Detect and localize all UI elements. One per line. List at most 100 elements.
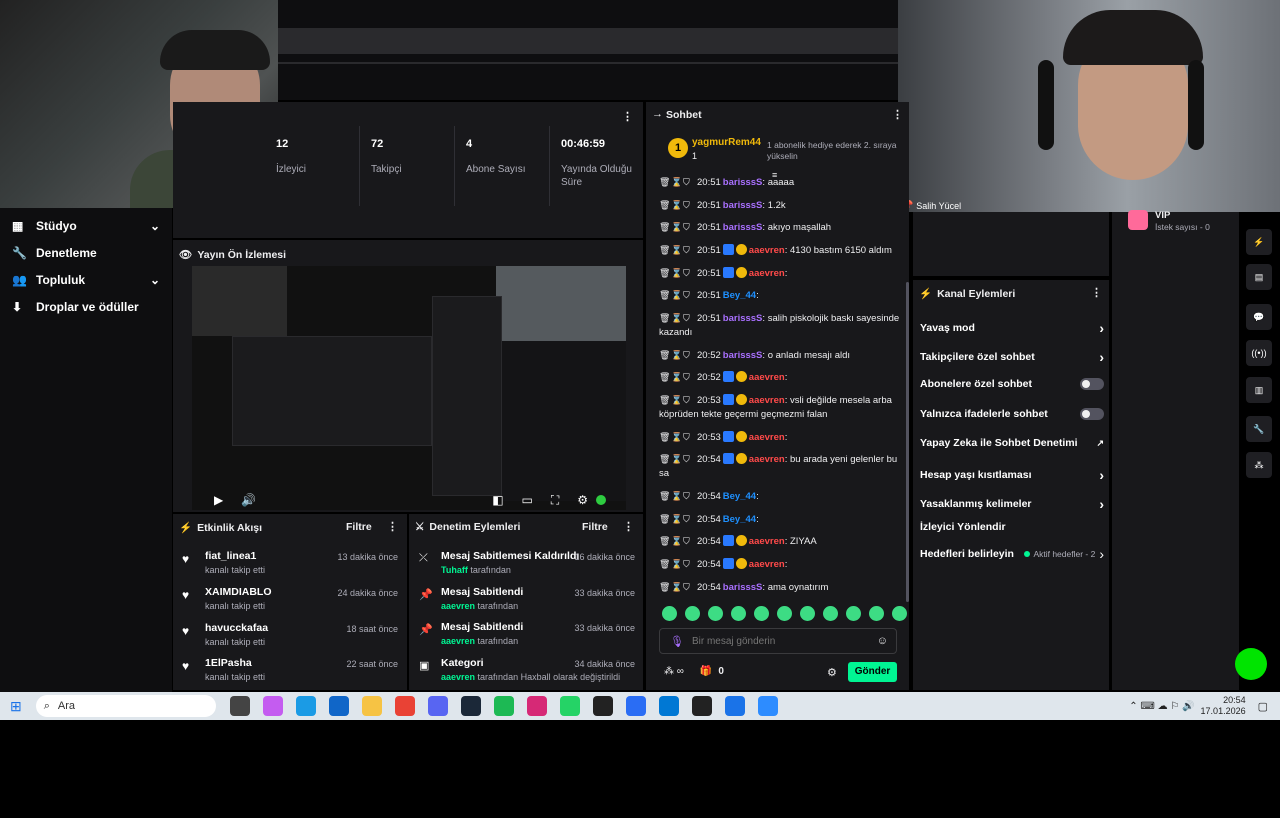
chat-username[interactable]: Bey_44: [723, 514, 756, 525]
broadcast-icon[interactable]: ((•)): [1246, 340, 1272, 366]
edge-icon[interactable]: [295, 696, 316, 716]
chat-message[interactable]: 🗑⌛⛉ 20:51 Bey_44:: [659, 288, 905, 303]
delete-icon[interactable]: 🗑: [659, 393, 670, 407]
stats-menu-icon[interactable]: ⋮: [622, 110, 633, 123]
timeout-icon[interactable]: ⌛: [671, 198, 682, 212]
instagram-icon[interactable]: [526, 696, 547, 716]
chat-username[interactable]: barisssS: [723, 177, 763, 188]
activity-item[interactable]: ♥ havucckafaa kanalı takip etti 18 saat önc…: [182, 622, 398, 647]
modlog-item[interactable]: ⤫ Mesaj Sabitlemesi Kaldırıldı Tuhaff tara…: [419, 550, 635, 575]
modlog-item[interactable]: 📌 Mesaj Sabitlendi aaevren tarafından 33 da…: [419, 621, 635, 646]
delete-icon[interactable]: 🗑: [659, 175, 670, 189]
chat-message[interactable]: 🗑⌛⛉ 20:51 aaevren: 4130 bastım 6150 aldım: [659, 243, 905, 258]
copilot-icon[interactable]: [262, 696, 283, 716]
modlog-item[interactable]: ▣ Kategori aaevren tarafından Haxball olar…: [419, 657, 635, 682]
modlog-actor[interactable]: Tuhaff: [441, 565, 468, 575]
ban-icon[interactable]: ⛉: [683, 393, 691, 407]
chevron-right-icon[interactable]: ›: [1099, 320, 1104, 336]
delete-icon[interactable]: 🗑: [659, 430, 670, 444]
delete-icon[interactable]: 🗑: [659, 198, 670, 212]
emote-icon[interactable]: [685, 606, 700, 621]
action-item[interactable]: Yalnızca ifadelerle sohbet: [920, 408, 1104, 420]
settings-icon[interactable]: ⚙: [577, 493, 588, 507]
steam-icon[interactable]: [460, 696, 481, 716]
chat-message[interactable]: 🗑⌛⛉ 20:54 barisssS: ama oynatırım: [659, 580, 905, 595]
action-item[interactable]: İzleyici Yönlendir: [920, 521, 1104, 533]
ban-icon[interactable]: ⛉: [683, 266, 691, 280]
timeout-icon[interactable]: ⌛: [671, 311, 682, 325]
chat-settings-icon[interactable]: ⚙: [827, 666, 837, 679]
chat-username[interactable]: aaevren: [749, 245, 785, 256]
chat-message[interactable]: 🗑⌛⛉ 20:51 barisssS: salih piskolojik baskı…: [659, 311, 905, 340]
pip-icon[interactable]: ◧: [492, 493, 503, 507]
timeout-icon[interactable]: ⌛: [671, 266, 682, 280]
modlog-filter-button[interactable]: Filtre: [582, 521, 608, 533]
notification-icon[interactable]: ▢: [1258, 700, 1268, 713]
chat-username[interactable]: Bey_44: [723, 290, 756, 301]
delete-icon[interactable]: 🗑: [659, 512, 670, 526]
wrench-icon[interactable]: 🔧: [1246, 416, 1272, 442]
ban-icon[interactable]: ⛉: [683, 348, 691, 362]
delete-icon[interactable]: 🗑: [659, 266, 670, 280]
chat-message[interactable]: 🗑⌛⛉ 20:54 aaevren:: [659, 557, 905, 572]
modlog-actor[interactable]: aaevren: [441, 601, 475, 611]
action-item[interactable]: Takipçilere özel sohbet ›: [920, 349, 1104, 365]
timeout-icon[interactable]: ⌛: [671, 580, 682, 594]
goals-status[interactable]: Aktif hedefler - 2 ›: [1024, 546, 1104, 562]
delete-icon[interactable]: 🗑: [659, 370, 670, 384]
chat-username[interactable]: aaevren: [749, 559, 785, 570]
emote-icon[interactable]: [708, 606, 723, 621]
activity-menu-icon[interactable]: ⋮: [387, 520, 398, 533]
fullscreen-icon[interactable]: ⛶: [551, 493, 559, 508]
chat-username[interactable]: barisssS: [723, 200, 763, 211]
chat-username[interactable]: Bey_44: [723, 491, 756, 502]
modlog-menu-icon[interactable]: ⋮: [623, 520, 634, 533]
timeout-icon[interactable]: ⌛: [671, 370, 682, 384]
chat-icon[interactable]: 💬: [1246, 304, 1272, 330]
tray-icons[interactable]: ⌃ ⌨ ☁ ⚐ 🔊: [1129, 701, 1194, 712]
activity-item[interactable]: ♥ fiat_linea1 kanalı takip etti 13 dakika ö…: [182, 550, 398, 575]
chat-message[interactable]: 🗑⌛⛉ 20:53 aaevren:: [659, 430, 905, 445]
leaderboard-user[interactable]: yagmurRem44: [692, 137, 761, 148]
windows-icon[interactable]: ⊞: [10, 698, 22, 715]
delete-icon[interactable]: 🗑: [659, 288, 670, 302]
timeout-icon[interactable]: ⌛: [671, 288, 682, 302]
taskview-icon[interactable]: [229, 696, 250, 716]
lightning-icon[interactable]: ⚡: [1246, 229, 1272, 255]
document-icon[interactable]: ▤: [1246, 264, 1272, 290]
emote-icon[interactable]: [869, 606, 884, 621]
modlog-actor[interactable]: aaevren: [441, 672, 475, 682]
chat-username[interactable]: aaevren: [749, 268, 785, 279]
ban-icon[interactable]: ⛉: [683, 243, 691, 257]
layout-icon[interactable]: ▥: [1246, 377, 1272, 403]
timeout-icon[interactable]: ⌛: [671, 430, 682, 444]
chat-username[interactable]: aaevren: [749, 432, 785, 443]
chat-username[interactable]: aaevren: [749, 454, 785, 465]
delete-icon[interactable]: 🗑: [659, 243, 670, 257]
chevron-down-icon[interactable]: ⌄: [150, 219, 160, 233]
snipping-icon[interactable]: [625, 696, 646, 716]
ban-icon[interactable]: ⛉: [683, 512, 691, 526]
timeout-icon[interactable]: ⌛: [671, 489, 682, 503]
modlog-item[interactable]: 📌 Mesaj Sabitlendi aaevren tarafından 33 da…: [419, 586, 635, 611]
chat-username[interactable]: barisssS: [723, 313, 763, 324]
ban-icon[interactable]: ⛉: [683, 534, 691, 548]
action-item[interactable]: Yasaklanmış kelimeler ›: [920, 496, 1104, 512]
delete-icon[interactable]: 🗑: [659, 534, 670, 548]
timeout-icon[interactable]: ⌛: [671, 220, 682, 234]
gift-icon[interactable]: 🎁: [700, 666, 712, 677]
collapse-icon[interactable]: →: [652, 108, 663, 120]
preview-video[interactable]: ▶ 🔊 ◧ ▭ ⛶ ⚙: [192, 266, 626, 510]
timeout-icon[interactable]: ⌛: [671, 557, 682, 571]
toggle-switch[interactable]: [1080, 378, 1104, 390]
emote-icon[interactable]: [662, 606, 677, 621]
chevron-right-icon[interactable]: ›: [1099, 467, 1104, 483]
emote-icon[interactable]: [892, 606, 907, 621]
timeout-icon[interactable]: ⌛: [671, 534, 682, 548]
emoji-icon[interactable]: ☺: [877, 635, 888, 647]
sidebar-item-2[interactable]: 👥 Topluluk ⌄: [0, 266, 172, 293]
timeout-icon[interactable]: ⌛: [671, 175, 682, 189]
emote-icon[interactable]: [846, 606, 861, 621]
activity-item[interactable]: ♥ 1ElPasha kanalı takip etti 22 saat önce: [182, 657, 398, 682]
sidebar-item-3[interactable]: ⬇ Droplar ve ödüller: [0, 293, 172, 320]
